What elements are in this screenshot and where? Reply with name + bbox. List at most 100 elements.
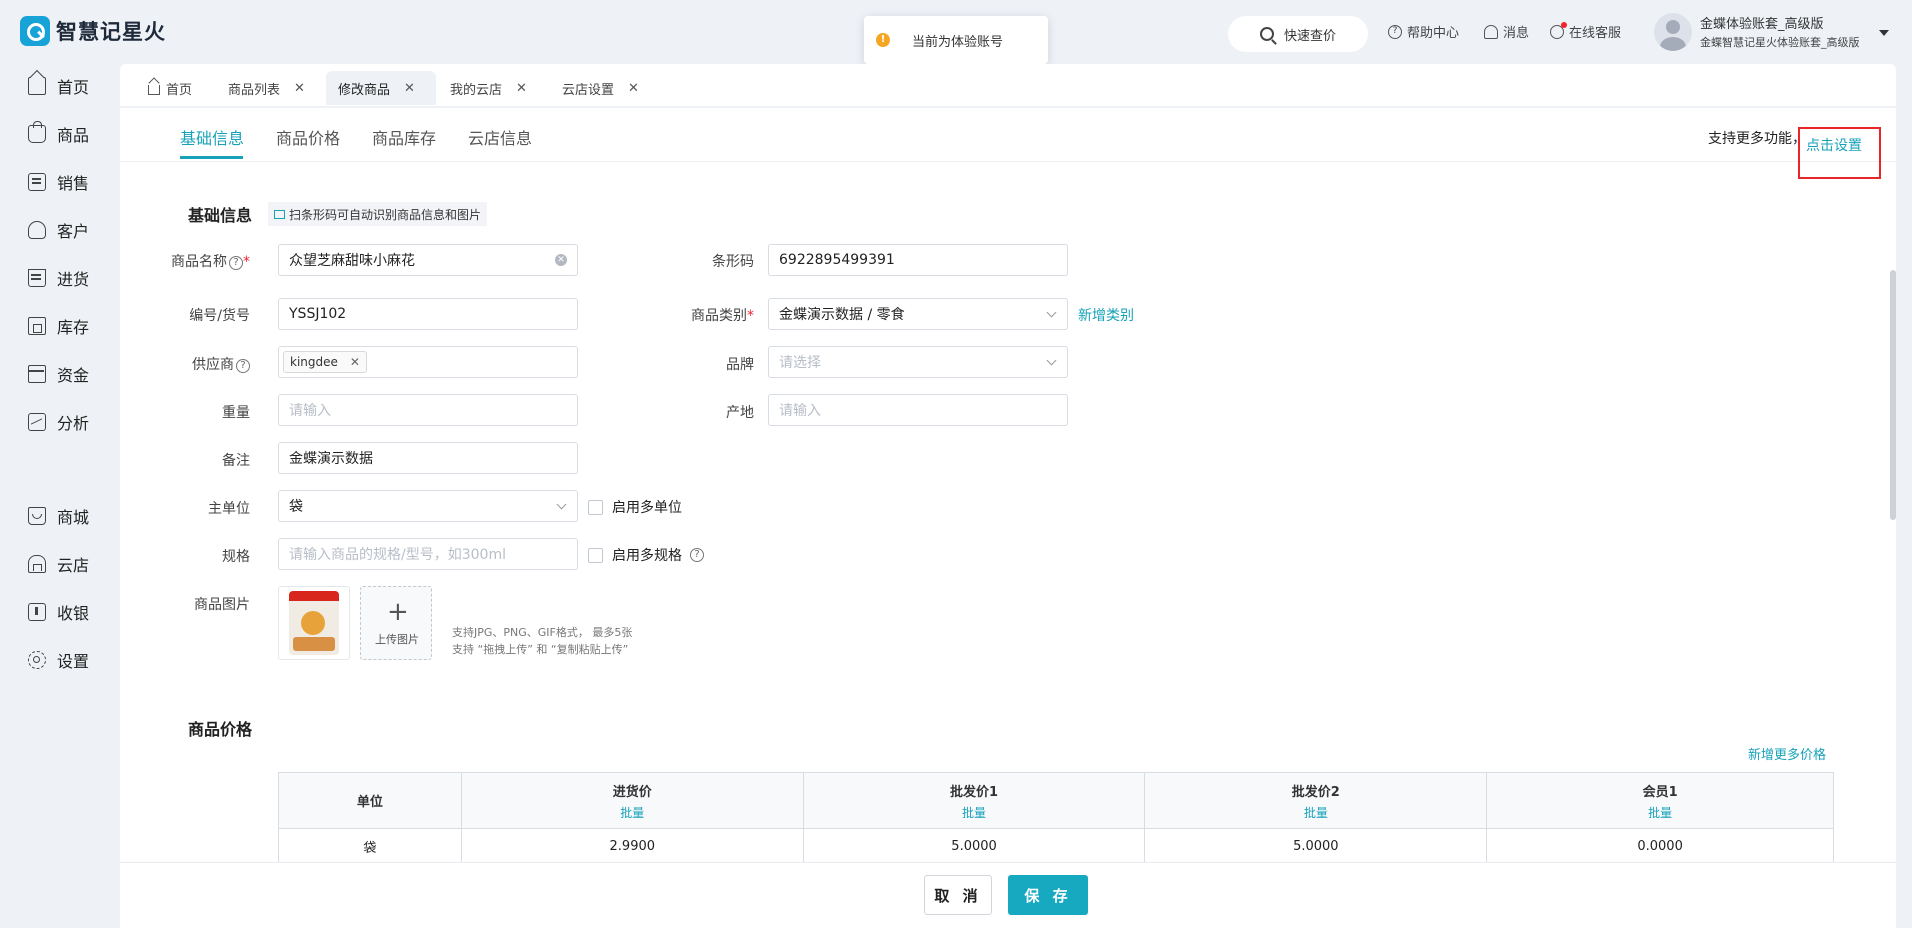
more-features-text: 支持更多功能， bbox=[1708, 131, 1806, 147]
user-icon bbox=[28, 221, 46, 239]
subtab-stock[interactable]: 商品库存 bbox=[372, 125, 436, 149]
tab-product-list[interactable]: 商品列表 ✕ bbox=[228, 71, 305, 105]
tab-home[interactable]: 首页 bbox=[148, 71, 192, 105]
click-settings-link[interactable]: 点击设置 bbox=[1798, 127, 1881, 179]
subtab-cloud-shop[interactable]: 云店信息 bbox=[468, 125, 532, 149]
subtab-price[interactable]: 商品价格 bbox=[276, 125, 340, 149]
sidebar-item-inventory[interactable]: 库存 bbox=[28, 314, 89, 338]
chart-icon bbox=[28, 413, 46, 431]
upload-image-button[interactable]: + 上传图片 bbox=[360, 586, 432, 660]
user-account: 金蝶智慧记星火体验账套_高级版 bbox=[1700, 36, 1860, 49]
close-icon[interactable]: ✕ bbox=[294, 81, 305, 96]
sidebar-item-home[interactable]: 首页 bbox=[28, 74, 89, 98]
close-icon[interactable]: ✕ bbox=[628, 81, 639, 96]
chevron-down-icon bbox=[556, 499, 567, 510]
help-center-link[interactable]: ? 帮助中心 bbox=[1388, 22, 1459, 41]
messages-label: 消息 bbox=[1503, 26, 1530, 41]
tab-label: 我的云店 bbox=[450, 82, 503, 98]
sidebar-item-settings[interactable]: 设置 bbox=[28, 648, 89, 672]
purchase-price-cell[interactable]: 2.9900 bbox=[460, 828, 804, 865]
sidebar-item-cloud-shop[interactable]: 云店 bbox=[28, 552, 89, 576]
active-tab-indicator bbox=[180, 156, 243, 159]
tab-my-cloud-shop[interactable]: 我的云店 ✕ bbox=[450, 71, 527, 105]
sidebar-item-label: 分析 bbox=[57, 414, 90, 433]
scan-tip-text: 扫条形码可自动识别商品信息和图片 bbox=[289, 207, 482, 222]
sidebar-item-analysis[interactable]: 分析 bbox=[28, 410, 89, 434]
batch-edit-link[interactable]: 批量 bbox=[804, 804, 1145, 821]
click-settings-label: 点击设置 bbox=[1806, 138, 1862, 154]
category-value: 金蝶演示数据 / 零食 bbox=[779, 307, 905, 323]
supplier-input[interactable]: kingdee ✕ bbox=[278, 346, 578, 378]
sidebar-item-goods[interactable]: 商品 bbox=[28, 121, 89, 146]
mall-icon bbox=[28, 507, 46, 525]
online-service-link[interactable]: 在线客服 bbox=[1550, 21, 1621, 41]
sidebar-item-funds[interactable]: 资金 bbox=[28, 362, 89, 386]
brand-label: 品牌 bbox=[726, 357, 754, 373]
quick-price-search-label: 快速查价 bbox=[1283, 28, 1336, 44]
member-1-cell[interactable]: 0.0000 bbox=[1486, 828, 1834, 865]
spec-input[interactable]: 请输入商品的规格/型号，如300ml bbox=[278, 538, 578, 570]
close-icon[interactable]: ✕ bbox=[350, 355, 360, 369]
batch-edit-link[interactable]: 批量 bbox=[462, 804, 803, 821]
tab-edit-product[interactable]: 修改商品 ✕ bbox=[326, 71, 436, 105]
checkbox-icon bbox=[588, 547, 603, 563]
chevron-down-icon bbox=[1046, 307, 1057, 318]
multi-spec-checkbox[interactable]: 启用多规格 ? bbox=[588, 545, 704, 565]
code-input[interactable]: YSSJ102 bbox=[278, 298, 578, 330]
sidebar-item-label: 销售 bbox=[57, 174, 90, 193]
product-name-input[interactable]: 众望芝麻甜味小麻花 ✕ bbox=[278, 244, 578, 276]
search-icon bbox=[1259, 27, 1274, 41]
wholesale-2-cell[interactable]: 5.0000 bbox=[1144, 828, 1488, 865]
subtab-basic-info[interactable]: 基础信息 bbox=[180, 125, 244, 149]
main-unit-value: 袋 bbox=[289, 499, 303, 515]
remark-textarea[interactable]: 金蝶演示数据 bbox=[278, 442, 578, 474]
weight-input[interactable]: 请输入 bbox=[278, 394, 578, 426]
wallet-icon bbox=[28, 365, 46, 383]
clear-icon[interactable]: ✕ bbox=[555, 254, 567, 266]
main-content: 基础信息 商品价格 商品库存 云店信息 支持更多功能， 点击设置 基础信息 扫条… bbox=[120, 108, 1896, 928]
sidebar-item-label: 首页 bbox=[57, 78, 90, 97]
scan-barcode-tip[interactable]: 扫条形码可自动识别商品信息和图片 bbox=[268, 202, 488, 226]
cancel-button[interactable]: 取 消 bbox=[924, 875, 992, 915]
multi-unit-checkbox[interactable]: 启用多单位 bbox=[588, 497, 682, 517]
app-logo[interactable]: 智慧记星火 bbox=[20, 16, 166, 46]
sidebar-item-label: 云店 bbox=[57, 556, 90, 575]
sidebar-item-label: 商城 bbox=[57, 508, 90, 527]
batch-edit-link[interactable]: 批量 bbox=[1145, 804, 1486, 821]
price-table: 单位 进货价 批量 批发价1 批量 批发价2 批量 会员1 批量 袋 2.9900 5.… bbox=[278, 772, 1834, 865]
scrollbar[interactable] bbox=[1890, 270, 1896, 520]
wholesale-1-cell[interactable]: 5.0000 bbox=[802, 828, 1146, 865]
quick-price-search-button[interactable]: 快速查价 bbox=[1228, 16, 1368, 52]
main-unit-select[interactable]: 袋 bbox=[278, 490, 578, 522]
origin-input[interactable]: 请输入 bbox=[768, 394, 1068, 426]
bell-icon bbox=[1484, 24, 1498, 39]
tab-label: 云店设置 bbox=[562, 82, 615, 98]
brand-select[interactable]: 请选择 bbox=[768, 346, 1068, 378]
category-select[interactable]: 金蝶演示数据 / 零食 bbox=[768, 298, 1068, 330]
messages-link[interactable]: 消息 bbox=[1484, 22, 1529, 41]
upload-image-label: 上传图片 bbox=[375, 633, 419, 646]
sidebar-item-purchase[interactable]: 进货 bbox=[28, 266, 89, 290]
add-more-prices-link[interactable]: 新增更多价格 bbox=[1748, 744, 1826, 763]
tab-cloud-shop-settings[interactable]: 云店设置 ✕ bbox=[562, 71, 639, 105]
close-icon[interactable]: ✕ bbox=[516, 81, 527, 96]
sidebar-item-label: 库存 bbox=[57, 318, 90, 337]
sidebar-item-mall[interactable]: 商城 bbox=[28, 504, 89, 528]
close-icon[interactable]: ✕ bbox=[404, 81, 415, 96]
save-button[interactable]: 保 存 bbox=[1008, 875, 1088, 915]
action-bar: 取 消 保 存 bbox=[120, 862, 1896, 928]
barcode-input[interactable]: 6922895499391 bbox=[768, 244, 1068, 276]
add-category-link[interactable]: 新增类别 bbox=[1078, 305, 1134, 325]
batch-edit-link[interactable]: 批量 bbox=[1487, 804, 1833, 821]
product-image-thumbnail[interactable] bbox=[278, 586, 350, 660]
main-unit-label: 主单位 bbox=[208, 501, 250, 517]
user-menu[interactable]: 金蝶体验账套_高级版 金蝶智慧记星火体验账套_高级版 bbox=[1654, 12, 1894, 54]
sidebar-item-customers[interactable]: 客户 bbox=[28, 218, 89, 242]
column-header-wholesale-2: 批发价2 批量 bbox=[1144, 772, 1488, 829]
logo-icon bbox=[20, 16, 50, 46]
code-label: 编号/货号 bbox=[189, 308, 250, 324]
help-icon[interactable]: ? bbox=[690, 548, 704, 562]
headset-icon bbox=[1550, 21, 1567, 39]
sidebar-item-sales[interactable]: 销售 bbox=[28, 170, 89, 194]
sidebar-item-cashier[interactable]: 收银 bbox=[28, 600, 89, 624]
